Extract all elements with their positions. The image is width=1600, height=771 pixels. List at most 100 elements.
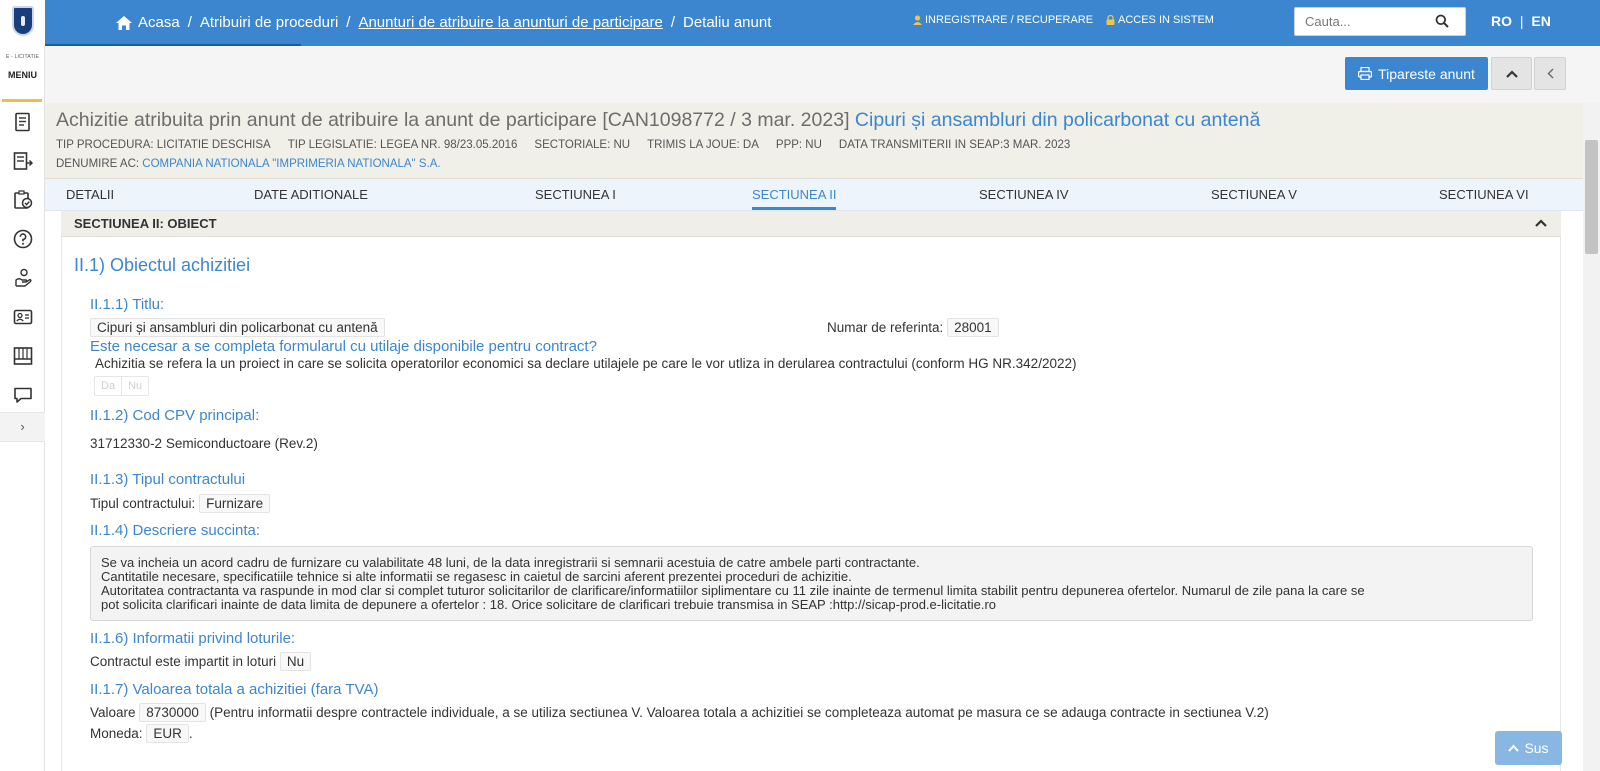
valoare-label: Valoare (90, 705, 136, 720)
printer-icon (1358, 67, 1373, 80)
chevron-up-icon (1505, 69, 1518, 78)
back-to-top-label: Sus (1524, 740, 1549, 756)
breadcrumb-anunturi-atribuire[interactable]: Anunturi de atribuire la anunturi de par… (358, 14, 662, 31)
active-tab-indicator (752, 207, 836, 210)
help-icon[interactable] (13, 229, 33, 249)
numar-referinta-value: 28001 (947, 318, 999, 337)
logo-area[interactable] (0, 0, 45, 46)
numar-referinta-label: Numar de referinta: (827, 320, 944, 335)
titlu-row: Cipuri și ansambluri din policarbonat cu… (90, 318, 385, 337)
tab-date-aditionale[interactable]: DATE ADITIONALE (254, 187, 368, 202)
back-button[interactable] (1534, 57, 1566, 90)
register-label: INREGISTRARE / RECUPERARE (925, 14, 1094, 26)
chevron-up-icon[interactable] (1535, 218, 1547, 228)
notice-icon[interactable] (13, 112, 33, 132)
id-card-icon[interactable] (13, 307, 33, 327)
valoare-amount: 8730000 (139, 703, 206, 722)
breadcrumb-home[interactable]: Acasa (138, 14, 180, 31)
meta-tip-legislatie: TIP LEGISLATIE: LEGEA NR. 98/23.05.2016 (287, 139, 518, 151)
breadcrumb-separator: / (187, 14, 192, 31)
contracting-authority: DENUMIRE AC: COMPANIA NATIONALA "IMPRIME… (56, 158, 441, 170)
notice-header: Achizitie atribuita prin anunt de atribu… (45, 103, 1585, 179)
option-da[interactable]: Da (95, 377, 121, 395)
moneda-suffix: . (188, 726, 193, 741)
formular-utilaje-question: Este necesar a se completa formularul cu… (90, 338, 597, 355)
lang-ro[interactable]: RO (1491, 13, 1512, 29)
sidebar: E - LICITATIE MENIU › (0, 46, 45, 771)
e-licitatie-logo[interactable] (12, 6, 34, 36)
chevron-up-icon (1508, 744, 1520, 752)
notice-title-accent: Cipuri și ansambluri din policarbonat cu… (854, 109, 1261, 131)
search-box (1294, 7, 1466, 36)
print-notice-button[interactable]: Tipareste anunt (1345, 57, 1488, 90)
breadcrumb: Acasa / Atribuiri de proceduri / Anuntur… (116, 14, 771, 31)
titlu-heading: II.1.1) Titlu: (90, 296, 165, 313)
catalog-icon[interactable] (13, 346, 33, 366)
breadcrumb-atribuiri[interactable]: Atribuiri de proceduri (200, 14, 338, 31)
moneda-label: Moneda: (90, 726, 143, 741)
breadcrumb-separator: / (346, 14, 351, 31)
section-header-title: SECTIUNEA II: OBIECT (74, 216, 217, 231)
register-link[interactable]: INREGISTRARE / RECUPERARE (913, 14, 1093, 26)
login-link[interactable]: ACCES IN SISTEM (1106, 14, 1214, 26)
sidebar-accent-bar (2, 99, 42, 102)
da-nu-toggle: Da Nu (94, 376, 150, 396)
valoare-row: Valoare 8730000 (Pentru informatii despr… (90, 703, 1269, 722)
notice-meta: TIP PROCEDURA: LICITATIE DESCHISA TIP LEG… (56, 139, 1087, 151)
tip-contract-value: Furnizare (199, 494, 271, 513)
chat-icon[interactable] (13, 385, 33, 405)
valoare-note: (Pentru informatii despre contractele in… (209, 705, 1269, 720)
lang-en[interactable]: EN (1531, 13, 1550, 29)
tab-sectiunea-iv[interactable]: SECTIUNEA IV (979, 187, 1069, 202)
meta-sectoriale: SECTORIALE: NU (534, 139, 631, 151)
search-input[interactable] (1295, 8, 1425, 35)
home-icon (116, 15, 132, 30)
descriere-line: pot solicita clarificari inainte de data… (101, 597, 997, 612)
tip-contract-row: Tipul contractului: Furnizare (90, 494, 271, 513)
tab-detalii[interactable]: DETALII (66, 187, 114, 202)
sidebar-menu-label[interactable]: MENIU (0, 70, 45, 80)
tab-sectiunea-i[interactable]: SECTIUNEA I (535, 187, 616, 202)
meta-tip-procedura: TIP PROCEDURA: LICITATIE DESCHISA (56, 139, 271, 151)
export-list-icon[interactable] (13, 151, 33, 171)
cpv-value: 31712330-2 Semiconductoare (Rev.2) (90, 436, 318, 451)
tab-sectiunea-v[interactable]: SECTIUNEA V (1211, 187, 1297, 202)
obiectul-achizitiei-heading: II.1) Obiectul achizitiei (74, 255, 251, 275)
tip-contract-label: Tipul contractului: (90, 496, 196, 511)
top-navbar: Acasa / Atribuiri de proceduri / Anuntur… (0, 0, 1600, 46)
scrollbar-thumb[interactable] (1585, 140, 1598, 254)
descriere-line: Cantitatile necesare, specificatiile teh… (101, 569, 852, 584)
tab-sectiunea-ii[interactable]: SECTIUNEA II (752, 187, 837, 202)
hand-coin-icon[interactable] (13, 268, 33, 288)
formular-utilaje-answer: Achizitia se refera la un proiect in car… (95, 356, 1077, 371)
tip-contract-heading: II.1.3) Tipul contractului (90, 471, 246, 488)
option-nu[interactable]: Nu (121, 377, 148, 395)
checklist-icon[interactable] (13, 190, 33, 210)
titlu-value: Cipuri și ansambluri din policarbonat cu… (90, 318, 385, 337)
loturi-value: Nu (279, 652, 312, 671)
lang-separator: | (1519, 13, 1524, 29)
lock-icon (1106, 15, 1115, 25)
loturi-row: Contractul este impartit in loturi Nu (90, 652, 312, 671)
cpv-heading: II.1.2) Cod CPV principal: (90, 407, 260, 424)
valoare-heading: II.1.7) Valoarea totala a achizitiei (fa… (90, 681, 379, 698)
ac-name-link[interactable]: COMPANIA NATIONALA "IMPRIMERIA NATIONALA… (142, 158, 440, 170)
moneda-row: Moneda: EUR. (90, 724, 193, 743)
notice-title: Achizitie atribuita prin anunt de atribu… (56, 109, 1260, 132)
sidebar-expand-button[interactable]: › (0, 412, 45, 442)
ac-label: DENUMIRE AC: (56, 158, 140, 170)
meta-ppp: PPP: NU (775, 139, 822, 151)
login-label: ACCES IN SISTEM (1118, 14, 1214, 26)
search-icon[interactable] (1435, 14, 1449, 28)
descriere-textbox: Se va incheia un acord cadru de furnizar… (90, 546, 1533, 621)
back-to-top-button[interactable]: Sus (1495, 731, 1562, 765)
breadcrumb-separator: / (670, 14, 675, 31)
collapse-up-button[interactable] (1491, 57, 1532, 90)
sidebar-brand: E - LICITATIE (6, 54, 39, 60)
section-header[interactable]: SECTIUNEA II: OBIECT (61, 211, 1561, 237)
moneda-value: EUR (146, 724, 189, 743)
loturi-heading: II.1.6) Informatii privind loturile: (90, 630, 296, 647)
tab-sectiunea-vi[interactable]: SECTIUNEA VI (1439, 187, 1529, 202)
language-switcher: RO | EN (1491, 13, 1551, 29)
meta-data-transmiterii: DATA TRANSMITERII IN SEAP:3 MAR. 2023 (838, 139, 1071, 151)
